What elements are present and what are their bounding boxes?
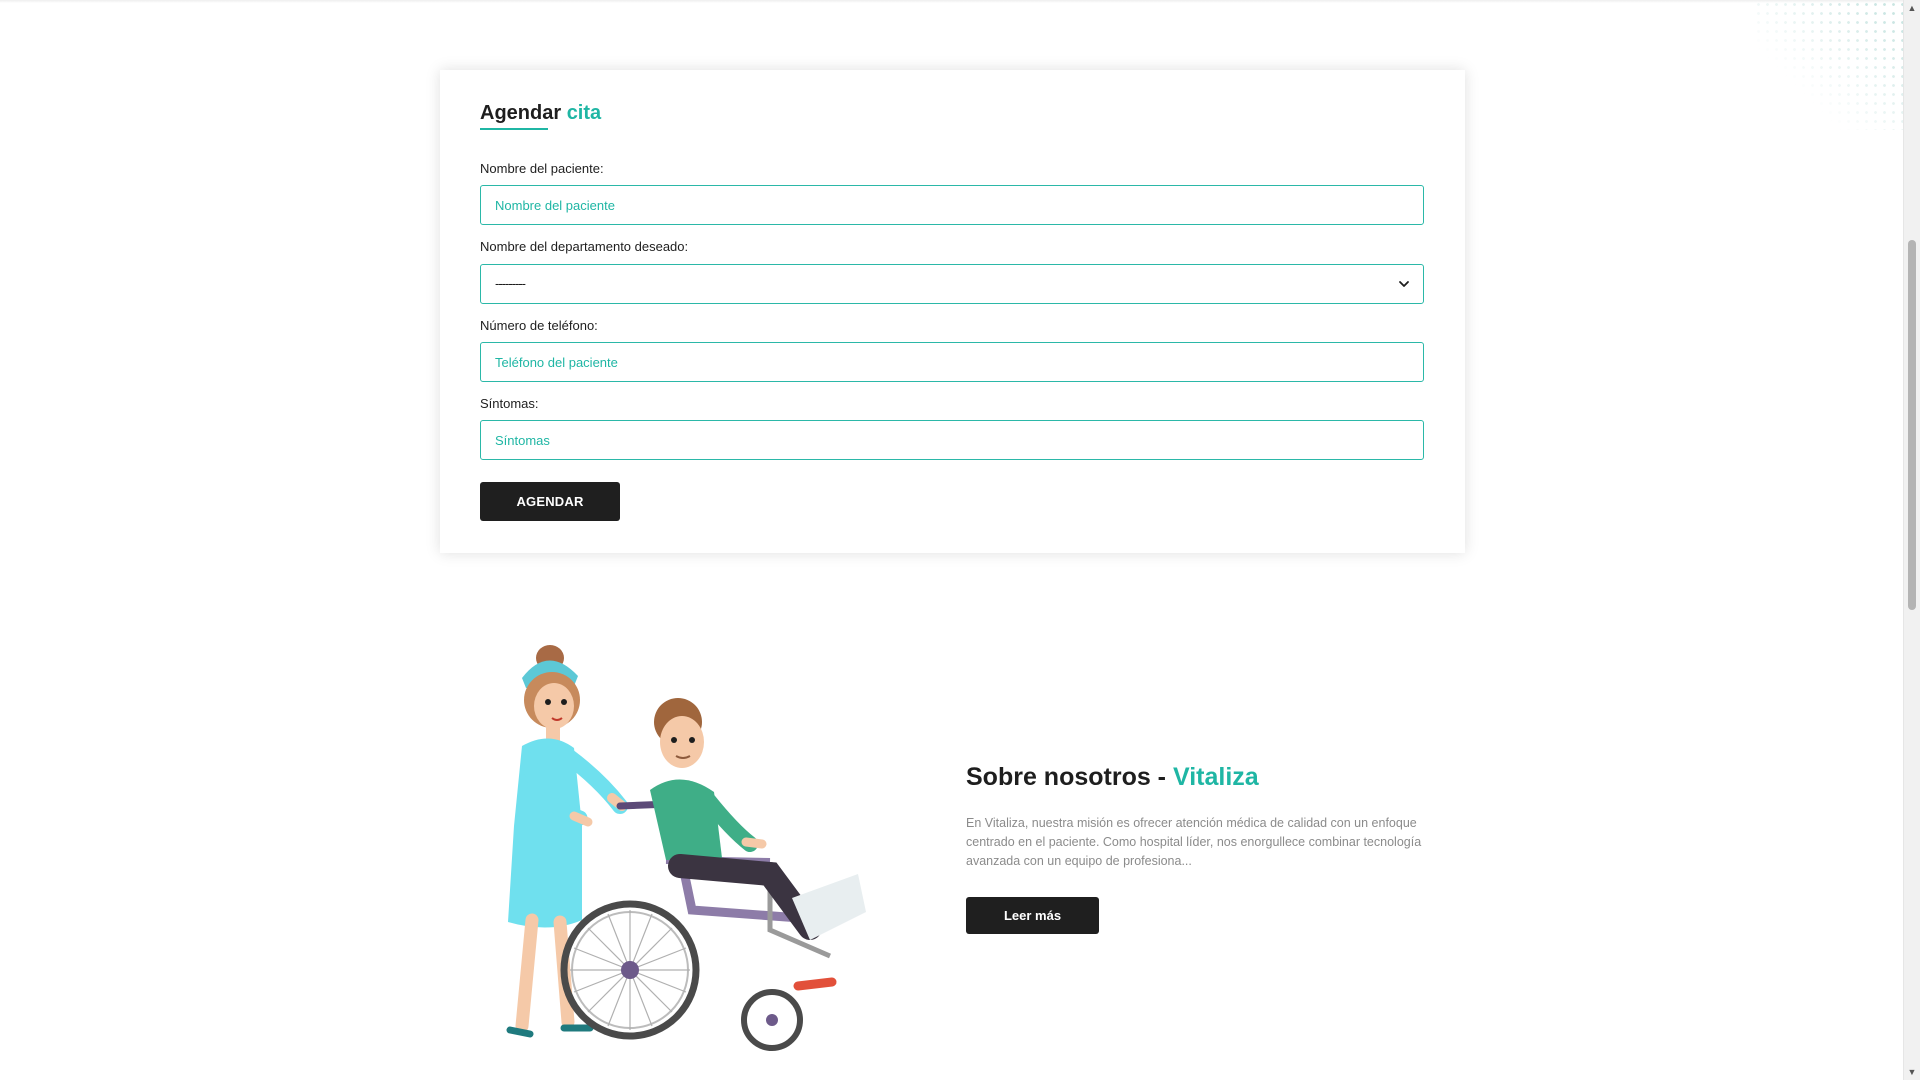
about-title-main: Sobre nosotros - [966,763,1173,791]
form-title-accent: cita [566,102,602,124]
scrollbar-thumb[interactable] [1908,240,1916,610]
chevron-down-icon [1399,281,1409,287]
about-description: En Vitaliza, nuestra misión es ofrecer a… [966,816,1422,868]
nurse-wheelchair-illustration [506,645,866,1051]
patient-name-label: Nombre del paciente: [480,161,604,176]
department-selected-value: --------- [495,276,526,291]
symptoms-field[interactable] [480,420,1424,460]
schedule-button[interactable]: AGENDAR [480,482,620,521]
scroll-up-icon[interactable]: ▲ [1904,0,1920,16]
about-title-accent: Vitaliza [1172,763,1259,791]
about-title: Sobre nosotros - Vitaliza [966,763,1259,792]
symptoms-input[interactable] [481,421,1423,459]
top-edge [0,0,1904,3]
appointment-form-card: Agendar cita Nombre del paciente: Nombre… [440,70,1465,553]
read-more-button[interactable]: Leer más [966,897,1099,934]
department-label: Nombre del departamento deseado: [480,239,689,254]
form-title-main: Agendar [480,102,562,124]
department-select[interactable]: --------- [480,264,1424,304]
symptoms-label: Síntomas: [480,396,539,411]
decorative-dot-pattern [1754,0,1904,130]
patient-name-input[interactable] [481,186,1423,224]
patient-name-field[interactable] [480,185,1424,225]
phone-field[interactable] [480,342,1424,382]
phone-input[interactable] [481,343,1423,381]
scroll-down-icon[interactable]: ▼ [1904,1064,1920,1080]
phone-label: Número de teléfono: [480,318,598,333]
title-underline [480,128,548,130]
page-scrollbar[interactable]: ▲ ▼ [1903,0,1920,1080]
form-title: Agendar cita [480,102,601,125]
